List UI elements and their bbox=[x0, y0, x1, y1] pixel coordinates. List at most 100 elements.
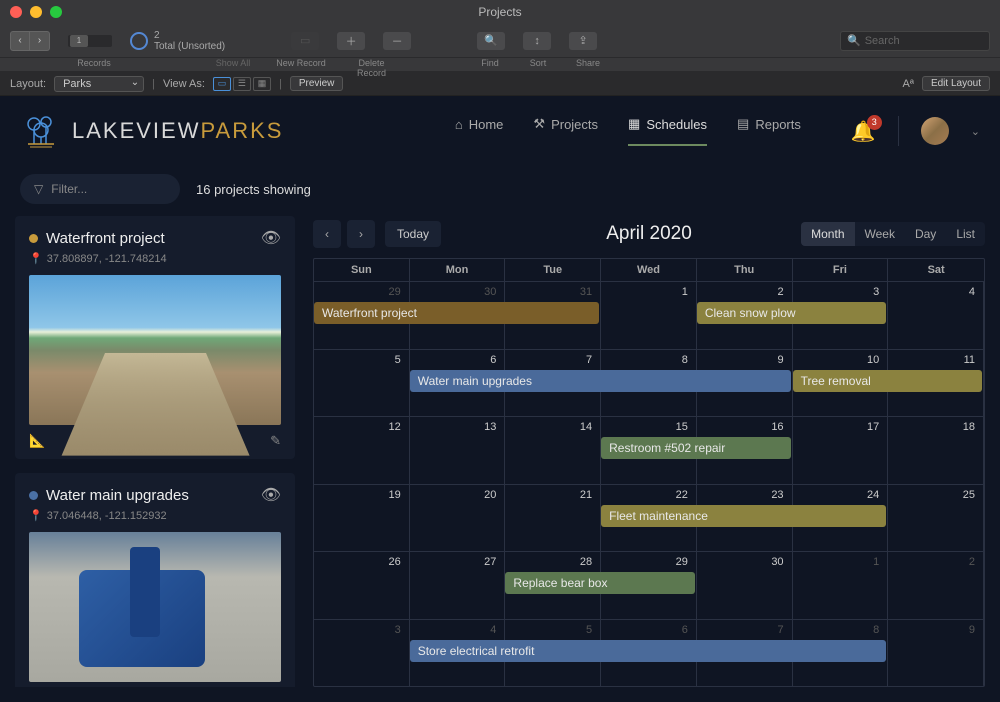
day-cell[interactable]: 1 bbox=[793, 552, 889, 619]
day-cell[interactable]: 17 bbox=[793, 417, 889, 484]
calendar-icon: ▦ bbox=[628, 116, 640, 132]
close-window-button[interactable] bbox=[10, 6, 22, 18]
day-cell[interactable]: 30 bbox=[697, 552, 793, 619]
new-record-icon: ＋ bbox=[337, 32, 365, 50]
window-title: Projects bbox=[478, 5, 521, 19]
event-snow[interactable]: Clean snow plow bbox=[697, 302, 886, 324]
font-size-button[interactable]: Aª bbox=[903, 78, 914, 90]
event-bear[interactable]: Replace bear box bbox=[505, 572, 694, 594]
edit-icon[interactable]: ✎ bbox=[270, 433, 281, 449]
find-icon: 🔍 bbox=[477, 32, 505, 50]
day-cell[interactable]: 1 bbox=[601, 282, 697, 349]
toolbar-labels: Records Show All New Record Delete Recor… bbox=[0, 58, 1000, 72]
header-right: 🔔 3 ⌄ bbox=[851, 116, 980, 146]
week: 29 30 31 1 2 3 4 Waterfront project Clea… bbox=[314, 281, 984, 349]
new-record-button[interactable]: ＋ bbox=[337, 32, 365, 50]
view-week-button[interactable]: Week bbox=[855, 222, 905, 246]
delete-record-button[interactable]: － bbox=[383, 32, 411, 50]
minimize-window-button[interactable] bbox=[30, 6, 42, 18]
day-cell[interactable]: 4 bbox=[888, 282, 984, 349]
view-day-button[interactable]: Day bbox=[905, 222, 946, 246]
card-title: Water main upgrades bbox=[46, 487, 189, 504]
day-cell[interactable]: 21 bbox=[505, 485, 601, 552]
records-control: 1 bbox=[68, 35, 112, 47]
filter-row: ▽ Filter... 16 projects showing bbox=[0, 166, 1000, 216]
notifications-button[interactable]: 🔔 3 bbox=[851, 119, 876, 144]
prev-month-button[interactable]: ‹ bbox=[313, 220, 341, 248]
logo-text: LAKEVIEWPARKS bbox=[72, 118, 283, 144]
user-menu-chevron[interactable]: ⌄ bbox=[971, 125, 980, 138]
edit-layout-button[interactable]: Edit Layout bbox=[922, 76, 990, 91]
event-electrical[interactable]: Store electrical retrofit bbox=[410, 640, 887, 662]
week: 5 6 7 8 9 10 11 Water main upgrades Tree… bbox=[314, 349, 984, 417]
week: 26 27 28 29 30 1 2 Replace bear box bbox=[314, 551, 984, 619]
maximize-window-button[interactable] bbox=[50, 6, 62, 18]
day-cell[interactable]: 13 bbox=[410, 417, 506, 484]
event-watermain[interactable]: Water main upgrades bbox=[410, 370, 791, 392]
sort-button[interactable]: ↕ bbox=[523, 32, 551, 50]
day-cell[interactable]: 25 bbox=[888, 485, 984, 552]
card-image bbox=[29, 532, 281, 682]
day-cell[interactable]: 27 bbox=[410, 552, 506, 619]
filter-input[interactable]: ▽ Filter... bbox=[20, 174, 180, 204]
projects-showing: 16 projects showing bbox=[196, 182, 311, 197]
share-button[interactable]: ⇪ bbox=[569, 32, 597, 50]
layout-select[interactable]: Parks bbox=[54, 76, 144, 92]
today-button[interactable]: Today bbox=[385, 221, 441, 247]
day-cell[interactable]: 3 bbox=[314, 620, 410, 687]
project-card-watermain[interactable]: Water main upgrades 👁 📍 37.046448, -121.… bbox=[15, 473, 295, 687]
event-fleet[interactable]: Fleet maintenance bbox=[601, 505, 886, 527]
event-tree[interactable]: Tree removal bbox=[793, 370, 982, 392]
preview-button[interactable]: Preview bbox=[290, 76, 344, 91]
calendar-title: April 2020 bbox=[606, 223, 692, 245]
tab-reports[interactable]: ▤Reports bbox=[737, 116, 801, 146]
view-buttons: ▭ ☰ ▦ bbox=[213, 77, 271, 91]
pin-icon: 📍 bbox=[29, 252, 43, 265]
day-cell[interactable]: 5 bbox=[314, 350, 410, 417]
logo: LAKEVIEWPARKS bbox=[20, 110, 283, 152]
tab-projects[interactable]: ⚒Projects bbox=[533, 116, 598, 146]
dow: Tue bbox=[505, 259, 601, 281]
next-month-button[interactable]: › bbox=[347, 220, 375, 248]
view-table-button[interactable]: ▦ bbox=[253, 77, 271, 91]
app-toolbar: ‹ › 1 2 Total (Unsorted) ▭ ＋ － 🔍 ↕ ⇪ 🔍 S… bbox=[0, 24, 1000, 58]
status-dot bbox=[29, 234, 38, 243]
record-slider[interactable]: 1 bbox=[68, 35, 112, 47]
day-cell[interactable]: 26 bbox=[314, 552, 410, 619]
event-restroom[interactable]: Restroom #502 repair bbox=[601, 437, 790, 459]
view-as-label: View As: bbox=[163, 78, 205, 90]
record-slider-thumb[interactable]: 1 bbox=[70, 35, 88, 47]
nav-back-button[interactable]: ‹ bbox=[10, 31, 30, 51]
day-cell[interactable]: 2 bbox=[888, 552, 984, 619]
funnel-icon: ▽ bbox=[34, 182, 43, 196]
search-input[interactable]: 🔍 Search bbox=[840, 31, 990, 51]
nav-forward-button[interactable]: › bbox=[30, 31, 50, 51]
day-cell[interactable]: 14 bbox=[505, 417, 601, 484]
day-cell[interactable]: 12 bbox=[314, 417, 410, 484]
project-card-waterfront[interactable]: Waterfront project 👁 📍 37.808897, -121.7… bbox=[15, 216, 295, 459]
visibility-icon[interactable]: 👁 bbox=[261, 228, 281, 248]
show-all-button[interactable]: ▭ bbox=[291, 32, 319, 50]
view-month-button[interactable]: Month bbox=[801, 222, 854, 246]
tab-home[interactable]: ⌂Home bbox=[455, 116, 504, 146]
layout-bar: Layout: Parks | View As: ▭ ☰ ▦ | Preview… bbox=[0, 72, 1000, 96]
day-cell[interactable]: 18 bbox=[888, 417, 984, 484]
event-waterfront[interactable]: Waterfront project bbox=[314, 302, 599, 324]
dow: Fri bbox=[793, 259, 889, 281]
home-icon: ⌂ bbox=[455, 117, 463, 132]
day-cell[interactable]: 20 bbox=[410, 485, 506, 552]
day-cell[interactable]: 9 bbox=[888, 620, 984, 687]
card-image bbox=[29, 275, 281, 425]
tab-schedules[interactable]: ▦Schedules bbox=[628, 116, 707, 146]
blueprint-icon[interactable]: 📐 bbox=[29, 433, 45, 449]
day-cell[interactable]: 19 bbox=[314, 485, 410, 552]
view-list-button[interactable]: List bbox=[946, 222, 985, 246]
card-title: Waterfront project bbox=[46, 230, 165, 247]
view-list-button[interactable]: ☰ bbox=[233, 77, 251, 91]
calendar-grid: Sun Mon Tue Wed Thu Fri Sat 29 30 31 1 2… bbox=[313, 258, 985, 687]
view-form-button[interactable]: ▭ bbox=[213, 77, 231, 91]
avatar[interactable] bbox=[921, 117, 949, 145]
visibility-icon[interactable]: 👁 bbox=[261, 485, 281, 505]
find-button[interactable]: 🔍 bbox=[477, 32, 505, 50]
show-all-icon: ▭ bbox=[291, 32, 319, 50]
